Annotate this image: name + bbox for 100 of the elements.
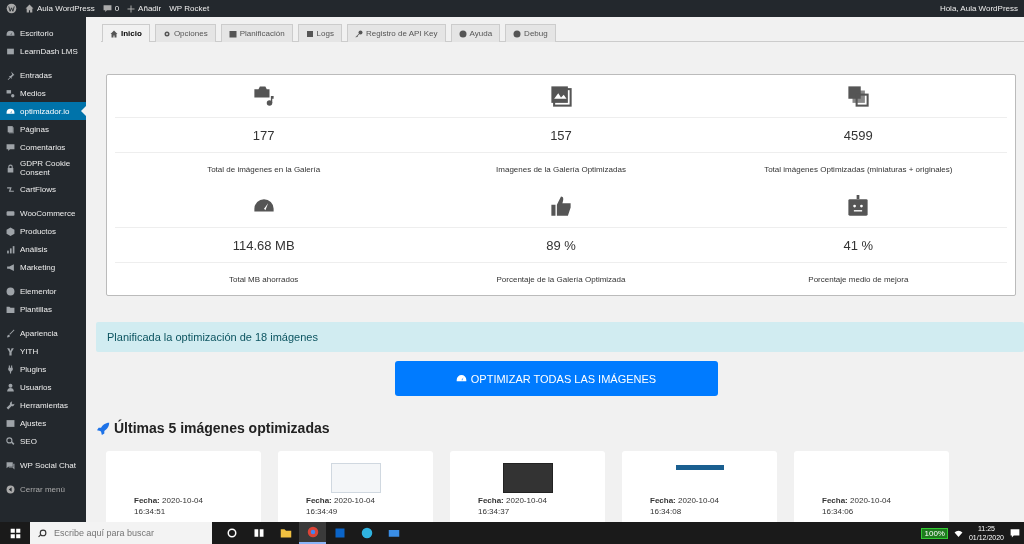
taskbar-search-field[interactable]: Escribe aquí para buscar [30,522,212,544]
home-icon [25,4,34,13]
stat-label: Total imágenes Optimizadas (miniaturas + originales) [764,164,953,174]
tab[interactable]: Planificación [220,24,293,42]
site-link[interactable]: Aula WordPress [37,4,95,13]
plus-icon [127,4,136,13]
search-icon [38,528,47,538]
menu-item[interactable]: WooCommerce [0,204,86,222]
menu-item[interactable]: Herramientas [0,396,86,414]
stat-value: 157 [550,127,572,143]
section-title: Últimas 5 imágenes optimizadas [114,420,330,436]
pushpin-icon [6,70,15,80]
menu-item[interactable]: Escritorio [0,24,86,42]
date-text: Fecha: 2020-10-04 [306,496,376,505]
menu-item[interactable]: Medios [0,84,86,102]
user-icon [6,382,15,392]
padlock-icon [6,163,15,173]
y-letter-icon [6,346,15,356]
key-icon [354,29,363,38]
tab[interactable]: Inicio [102,24,150,42]
menu-item[interactable]: Comentarios [0,138,86,156]
tab[interactable]: Debug [505,24,556,42]
stat-label: Total de imágenes en la Galería [207,164,321,174]
menu-item[interactable]: Elementor [0,282,86,300]
comment-count[interactable]: 0 [114,4,120,13]
new-link[interactable]: Añadir [138,4,162,13]
notification-icon [1010,528,1020,538]
menu-item[interactable]: GDPR Cookie Consent [0,156,86,180]
info-notice: Planificada la optimización de 18 imágenes [96,322,1024,352]
time-text: 16:34:37 [478,507,511,516]
date-text: Fecha: 2020-10-04 [822,496,892,505]
menu-item[interactable]: YITH [0,342,86,360]
stat-value: 4599 [843,127,873,143]
task-view-icon [252,527,265,539]
menu-item[interactable]: Plantillas [0,300,86,318]
stat-label: Total MB ahorrados [228,274,299,284]
menu-item[interactable]: Apariencia [0,324,86,342]
tab[interactable]: Ayuda [450,24,501,42]
menu-item[interactable]: Plugins [0,360,86,378]
wrench-icon [6,400,15,410]
plug-icon [6,364,15,374]
picture-icon [550,85,572,107]
home-icon [110,29,118,38]
date-text: Fecha: 2020-10-04 [478,496,548,505]
menu-item[interactable]: SEO [0,432,86,450]
stat-label: Imagenes de la Galería Optimizadas [496,164,626,174]
stat-value: 41 % [843,237,874,253]
menu-item[interactable]: Páginas [0,120,86,138]
stat-value: 89 % [546,237,576,253]
optimize-all-button[interactable]: OPTIMIZAR TODAS LAS IMÁGENES [394,361,718,396]
stat-label: Porcentaje de la Galería Optimizada [496,274,626,284]
circle-icon [225,527,238,539]
menu-item[interactable]: CartFlows [0,180,86,198]
speech-bubble-icon [6,142,15,152]
cube-icon [6,226,15,236]
screenshot-thumbnail [502,463,553,493]
rocket-icon [97,421,110,435]
megaphone-icon [6,262,15,272]
wifi-icon [953,528,963,538]
plugin-link[interactable]: WP Rocket [169,4,210,13]
time-text: 16:34:08 [650,507,683,516]
tab[interactable]: Registro de API Key [346,24,446,42]
folder-icon [279,527,292,539]
paintbrush-icon [6,328,15,338]
wordpress-logo-icon [6,3,17,14]
date-text: Fecha: 2020-10-04 [650,496,720,505]
stat-value: 114.68 MB [232,237,295,253]
camera-and-note-icon [252,85,275,107]
folder-icon [6,304,15,314]
tab[interactable]: Logs [297,24,342,42]
greeting-link[interactable]: Hola, Aula WordPress [939,4,1018,13]
time-text: 16:34:51 [134,507,167,516]
gauge-icon [455,373,467,384]
thumbs-up-icon [550,195,572,217]
windows-start-icon [9,527,21,539]
collapse-icon [6,484,15,494]
menu-item[interactable]: Marketing [0,258,86,276]
menu-item[interactable]: Ajustes [0,414,86,432]
chat-icon [6,460,15,470]
stat-value: 177 [252,127,275,143]
menu-item[interactable]: Análisis [0,240,86,258]
pages-icon [6,124,15,134]
stat-label: Porcentaje medio de mejora [808,274,909,284]
bar-chart-icon [6,244,15,254]
circle-icon [6,286,15,296]
menu-item[interactable]: Productos [0,222,86,240]
menu-item[interactable]: Entradas [0,66,86,84]
menu-item[interactable]: WP Social Chat [0,456,86,474]
time-text: 16:34:06 [822,507,855,516]
menu-item[interactable]: Usuarios [0,378,86,396]
collapse-menu-button[interactable]: Cerrar menú [0,480,86,498]
menu-item[interactable]: LearnDash LMS [0,42,86,60]
speech-bubble-icon [102,4,112,13]
tab[interactable]: Opciones [154,24,216,42]
search-icon [6,436,15,446]
time-text: 16:34:49 [306,507,339,516]
date-text: Fecha: 2020-10-04 [134,496,204,505]
screenshot-thumbnail [330,463,381,493]
menu-item[interactable]: optimizador.io [0,102,86,120]
gauge-icon [6,28,15,38]
